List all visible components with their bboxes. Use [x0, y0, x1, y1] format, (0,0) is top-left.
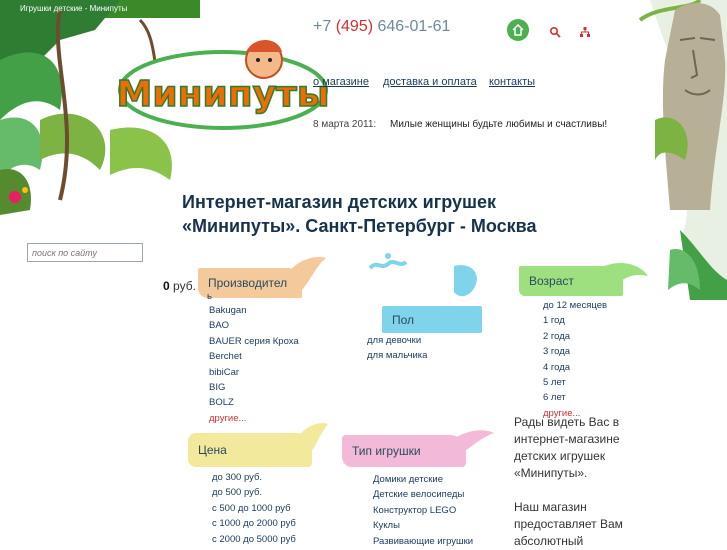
- splash-decoration: [368, 253, 408, 270]
- search-input[interactable]: [27, 243, 143, 262]
- brand-more-link[interactable]: другие...: [209, 411, 299, 426]
- price-list: до 300 руб. до 500 руб. с 500 до 1000 ру…: [212, 470, 296, 547]
- splash-decoration: [454, 265, 477, 297]
- brand-link[interactable]: BAUER серия Кроха: [209, 334, 299, 349]
- search-icon: [549, 26, 561, 38]
- brand-link[interactable]: BIG: [209, 380, 299, 395]
- search-button[interactable]: [545, 22, 565, 42]
- news-date: 8 марта 2011:: [313, 119, 377, 130]
- nav-delivery-link[interactable]: доставка и оплата: [383, 76, 477, 88]
- filter-price-tab[interactable]: Цена: [188, 433, 312, 467]
- age-link[interactable]: 1 год: [543, 313, 607, 328]
- tab-title-text: Игрушки детские - Минипуты: [20, 4, 128, 13]
- logo-text: Минипуты: [118, 74, 328, 115]
- filter-price-label: Цена: [198, 443, 227, 457]
- gender-link[interactable]: для мальчика: [367, 348, 427, 363]
- type-link[interactable]: Конструктор LEGO: [373, 503, 473, 518]
- statue-decoration: [655, 3, 726, 210]
- brand-list: ь Bakugan BAO BAUER серия Кроха Berchet …: [207, 291, 299, 426]
- brand-link[interactable]: BOLZ: [209, 395, 299, 410]
- age-list: до 12 месяцев 1 год 2 года 3 года 4 года…: [543, 298, 607, 421]
- sitemap-button[interactable]: [575, 22, 595, 42]
- age-link[interactable]: 2 года: [543, 329, 607, 344]
- news-text[interactable]: Милые женщины будьте любимы и счастливы!: [390, 119, 607, 130]
- brand-link[interactable]: Berchet: [209, 349, 299, 364]
- page-title-line-1: Интернет-магазин детских игрушек: [182, 192, 497, 212]
- welcome-paragraph-2: Наш магазин предоставляет Вам абсолютный: [514, 500, 623, 548]
- price-link[interactable]: с 500 до 1000 руб: [212, 501, 296, 516]
- type-link[interactable]: Куклы: [373, 518, 473, 533]
- page-title: Интернет-магазин детских игрушек «Минипу…: [182, 190, 622, 238]
- gender-list: для девочки для мальчика: [367, 333, 427, 364]
- filter-age-tab[interactable]: Возраст: [519, 266, 623, 296]
- filter-gender-label: Пол: [392, 312, 415, 327]
- gender-link[interactable]: для девочки: [367, 333, 427, 348]
- age-link[interactable]: до 12 месяцев: [543, 298, 607, 313]
- brand-link[interactable]: bibiCar: [209, 365, 299, 380]
- filter-brand-label: Производител: [208, 276, 288, 290]
- type-link[interactable]: Детские велосипеды: [373, 487, 473, 502]
- nav-contacts-link[interactable]: контакты: [489, 76, 535, 88]
- welcome-paragraph-1: Рады видеть Вас в интернет-магазине детс…: [514, 415, 620, 480]
- cart-amount: 0: [163, 279, 170, 293]
- type-link[interactable]: Домики детские: [373, 472, 473, 487]
- price-link[interactable]: с 1000 до 2000 руб: [212, 516, 296, 531]
- filter-type-tab[interactable]: Тип игрушки: [342, 435, 466, 467]
- sitemap-icon: [580, 27, 590, 37]
- filter-gender-tab[interactable]: Пол: [382, 306, 482, 333]
- type-link[interactable]: Развивающие игрушки: [373, 534, 473, 549]
- phone-code: (495): [335, 18, 374, 35]
- home-button[interactable]: [507, 19, 529, 41]
- filter-age-label: Возраст: [529, 274, 574, 288]
- brand-link[interactable]: Bakugan: [209, 303, 299, 318]
- age-link[interactable]: 6 лет: [543, 390, 607, 405]
- cart-currency: руб.: [173, 279, 196, 293]
- phone-number: +7 (495) 646-01-61: [313, 18, 451, 35]
- home-icon: [512, 24, 524, 36]
- type-list: Домики детские Детские велосипеды Констр…: [373, 472, 473, 549]
- page-title-line-2: «Минипуты». Санкт-Петербург - Москва: [182, 216, 537, 236]
- filter-brand-label-overflow: ь: [207, 291, 212, 302]
- welcome-text: Рады видеть Вас в интернет-магазине детс…: [514, 414, 634, 550]
- age-link[interactable]: 3 года: [543, 344, 607, 359]
- nav-about-link[interactable]: о магазине: [313, 76, 369, 88]
- price-link[interactable]: до 300 руб.: [212, 470, 296, 485]
- cart-total[interactable]: 0 руб.: [163, 279, 196, 293]
- logo[interactable]: Минипуты: [118, 40, 328, 130]
- age-link[interactable]: 4 года: [543, 360, 607, 375]
- age-link[interactable]: 5 лет: [543, 375, 607, 390]
- price-link[interactable]: до 500 руб.: [212, 485, 296, 500]
- brand-link[interactable]: BAO: [209, 318, 299, 333]
- filter-type-label: Тип игрушки: [352, 444, 421, 458]
